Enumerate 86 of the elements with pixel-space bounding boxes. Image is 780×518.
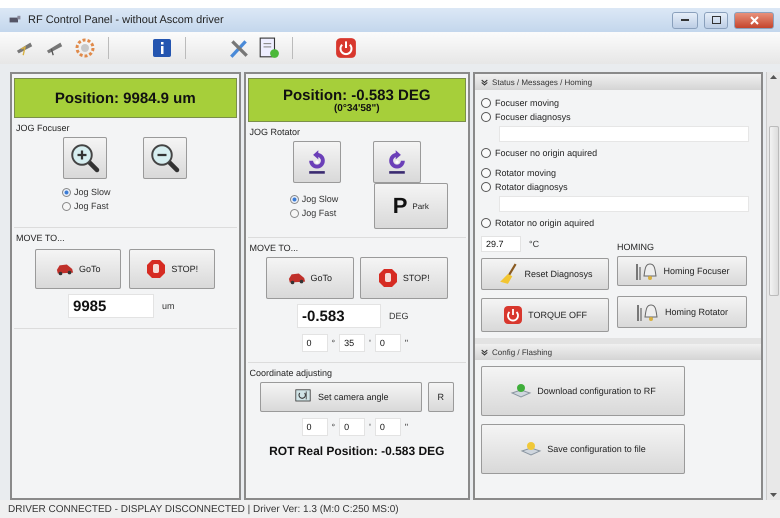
goto-button[interactable]: GoTo (35, 249, 122, 289)
window-title: RF Control Panel - without Ascom driver (28, 14, 225, 26)
info-icon (152, 38, 172, 58)
power-button[interactable] (333, 35, 359, 61)
close-icon (750, 16, 758, 24)
collapse-icon (481, 78, 488, 86)
homing-focuser-button[interactable]: Homing Focuser (617, 256, 748, 286)
unit-label: °C (529, 239, 540, 249)
radio-option[interactable]: Jog Fast (290, 208, 366, 218)
minimize-button[interactable] (672, 12, 698, 28)
target-field[interactable]: -0.583 (297, 304, 381, 328)
reset-button[interactable]: R (428, 382, 454, 412)
angle-field[interactable]: 35 (339, 334, 366, 352)
unit-label: ° (332, 338, 336, 348)
status-indicator: Focuser no origin aquired (481, 146, 756, 160)
bell-icon (634, 261, 659, 281)
status-bar: DRIVER CONNECTED - DISPLAY DISCONNECTED | Driver Ver: 1.3 (M:0 C:250 MS:0) (0, 500, 780, 518)
status-indicator: Focuser diagnosys (481, 110, 756, 124)
bell-icon (636, 302, 660, 322)
section-label: MOVE TO... (15, 232, 66, 245)
scrollbar[interactable] (766, 72, 780, 500)
radio-option[interactable]: Jog Slow (290, 194, 366, 204)
torque-off-button[interactable]: TORQUE OFF (481, 298, 610, 332)
maximize-button[interactable] (704, 12, 728, 28)
car-icon (56, 262, 74, 276)
goto-button[interactable]: GoTo (266, 257, 354, 299)
section-label: MOVE TO... (248, 242, 300, 255)
unit-label: ' (369, 338, 371, 348)
angle-field[interactable]: 0 (374, 334, 401, 352)
section-label: JOG Focuser (15, 122, 71, 135)
radio-option[interactable]: Jog Fast (62, 201, 148, 211)
stop-button[interactable]: STOP! (129, 249, 216, 289)
focuser-position-display: Position: 9984.9 um (14, 78, 236, 118)
real-position-text: ROT Real Position: -0.583 DEG (269, 444, 444, 458)
maximize-icon (712, 16, 720, 24)
download-config-button[interactable]: Download configuration to RF (481, 366, 686, 416)
set-angle-button[interactable]: Set camera angle (260, 382, 422, 412)
angle-field[interactable]: 0 (339, 418, 366, 436)
panel-header[interactable]: Status / Messages / Homing (475, 74, 762, 90)
gear-icon (75, 38, 95, 58)
section-label: HOMING (617, 241, 656, 254)
panel-header[interactable]: Config / Flashing (475, 344, 762, 360)
stop-sign-icon (146, 259, 166, 279)
unit-label: " (404, 338, 408, 348)
stop-sign-icon (378, 268, 398, 288)
unit-label: ' (369, 422, 371, 432)
scroll-up-icon (770, 75, 778, 79)
temperature-field: 29.7 (481, 236, 522, 252)
power-icon (335, 37, 357, 59)
minimize-icon (681, 18, 689, 22)
unit-label: " (404, 422, 408, 432)
stop-button[interactable]: STOP! (360, 257, 448, 299)
broom-icon (498, 262, 520, 286)
angle-field[interactable]: 0 (374, 418, 401, 436)
save-config-button[interactable]: Save configuration to file (481, 424, 686, 474)
document-icon (258, 37, 280, 59)
power-icon (503, 305, 524, 325)
angle-field[interactable]: 0 (302, 334, 328, 352)
unit-label: um (162, 301, 174, 311)
homing-rotator-button[interactable]: Homing Rotator (617, 296, 748, 328)
status-indicator: Rotator diagnosys (481, 180, 756, 194)
zoom-out-button[interactable] (143, 137, 188, 179)
rotator-position-display: Position: -0.583 DEG (0°34'58") (248, 78, 466, 122)
section-label: JOG Rotator (248, 126, 302, 139)
zoom-in-button[interactable] (63, 137, 108, 179)
status-indicator: Rotator moving (481, 166, 756, 180)
unit-label: ° (332, 422, 336, 432)
close-button[interactable] (734, 12, 774, 28)
angle-field[interactable]: 0 (302, 418, 328, 436)
zoom-in-icon (70, 143, 100, 173)
status-indicator: Focuser moving (481, 96, 756, 110)
status-indicator: Rotator no origin aquired (481, 216, 756, 230)
scroll-down-icon (770, 493, 778, 497)
rotate-right-button[interactable] (372, 141, 421, 183)
target-field[interactable]: 9985 (68, 294, 154, 318)
drive-icon (520, 440, 542, 458)
section-label: Coordinate adjusting (248, 367, 334, 380)
collapse-icon (481, 348, 488, 356)
car-icon (288, 271, 306, 285)
rotate-left-button[interactable] (292, 141, 341, 183)
park-button[interactable]: P Park (374, 183, 448, 229)
drive-icon (510, 382, 532, 400)
unit-label: DEG (389, 311, 409, 321)
reset-diagnosys-button[interactable]: Reset Diagnosys (481, 258, 610, 290)
zoom-out-icon (150, 143, 180, 173)
radio-option[interactable]: Jog Slow (62, 187, 148, 197)
